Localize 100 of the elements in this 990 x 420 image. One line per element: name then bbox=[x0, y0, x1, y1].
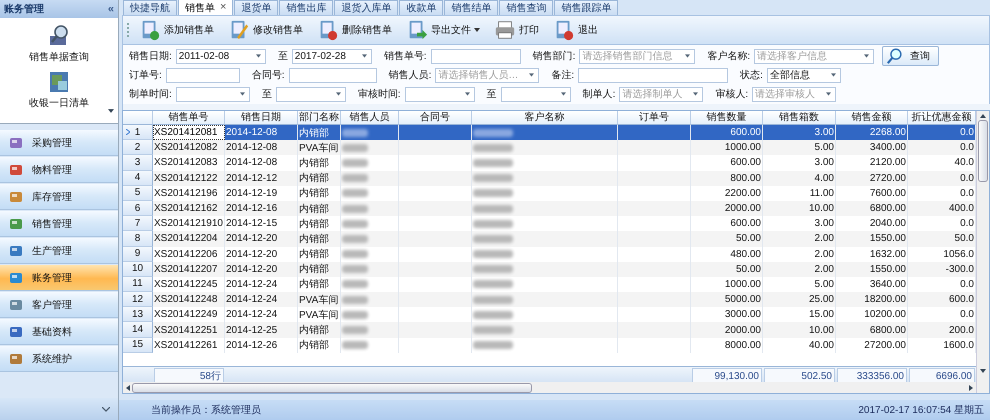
table-cell: 50.00 bbox=[736, 233, 761, 244]
table-row[interactable]: 4 XS201412122 2014-12-12 内销部 800.00 4.00 2720.00 0.0 bbox=[123, 170, 976, 186]
vertical-scrollbar[interactable] bbox=[976, 111, 989, 393]
shortcut-item[interactable]: 销售单据查询 bbox=[29, 24, 89, 64]
horizontal-scrollbar[interactable] bbox=[123, 382, 976, 393]
tab[interactable]: 销售查询 bbox=[499, 0, 554, 15]
table-cell: 1600.0 bbox=[943, 340, 974, 351]
nav-item[interactable]: 基础资料 bbox=[0, 319, 118, 345]
caret-icon bbox=[560, 92, 566, 96]
nav-item[interactable]: 账务管理 bbox=[0, 265, 118, 291]
scroll-left-icon[interactable] bbox=[126, 384, 130, 390]
table-cell-text: 内销部 bbox=[299, 232, 329, 246]
input-field[interactable] bbox=[166, 68, 240, 82]
table-cell: 400.0 bbox=[948, 203, 974, 214]
dropdown-field[interactable] bbox=[500, 86, 571, 102]
shortcut-item[interactable]: 收银一日清单 bbox=[29, 70, 89, 110]
field-label: 制单人: bbox=[582, 88, 616, 101]
tab[interactable]: 销售单 × bbox=[178, 0, 234, 15]
field-label: 审核时间: bbox=[358, 88, 401, 101]
scroll-right-icon[interactable] bbox=[969, 384, 973, 390]
nav-item[interactable]: 客户管理 bbox=[0, 292, 118, 318]
table-cell: 15.00 bbox=[808, 309, 834, 320]
tab[interactable]: 销售结单 bbox=[444, 0, 498, 15]
toolbar-button[interactable]: 删除销售单 bbox=[315, 19, 398, 41]
scroll-up-icon[interactable] bbox=[980, 114, 986, 118]
dropdown-field[interactable]: 请选择制单人 bbox=[619, 86, 704, 102]
input-field[interactable] bbox=[288, 68, 377, 82]
nav-item[interactable]: 生产管理 bbox=[0, 238, 118, 264]
redacted-text bbox=[342, 128, 368, 137]
table-cell: 6800.00 bbox=[870, 324, 906, 336]
redacted-text bbox=[342, 265, 368, 274]
table-cell: 10200.00 bbox=[864, 309, 906, 320]
table-cell: XS201412245 bbox=[154, 278, 218, 290]
redacted-text bbox=[342, 341, 368, 350]
table-row[interactable]: 6 XS201412162 2014-12-16 内销部 2000.00 10.00 6800.00 400.0 bbox=[123, 200, 976, 216]
table-row[interactable]: 8 XS201412204 2014-12-20 内销部 50.00 2.00 1550.00 50.0 bbox=[123, 231, 976, 246]
table-cell: 5.00 bbox=[814, 278, 834, 290]
dropdown-field[interactable]: 2011-02-08 bbox=[176, 48, 266, 64]
toolbar-button[interactable]: 退出 bbox=[551, 19, 604, 41]
redacted-text bbox=[342, 144, 368, 152]
table-cell: 3640.00 bbox=[870, 278, 906, 290]
table-cell: 2014-12-24 bbox=[226, 278, 278, 290]
scroll-down-icon[interactable] bbox=[108, 109, 114, 113]
table-cell: 2014-12-20 bbox=[226, 248, 278, 260]
table-cell: XS201412204 bbox=[154, 233, 218, 244]
nav-item[interactable]: 库存管理 bbox=[0, 184, 118, 210]
tab[interactable]: 销售出库 bbox=[279, 0, 334, 15]
table-cell: 2014-12-15 bbox=[226, 218, 278, 230]
input-field[interactable] bbox=[578, 68, 728, 82]
table-row[interactable]: 2 XS201412082 2014-12-08 PVA车间 1000.00 5.00 3400.00 0.0 bbox=[123, 140, 976, 156]
table-cell: 2120.00 bbox=[870, 157, 906, 168]
tab[interactable]: 退货入库单 bbox=[334, 0, 398, 15]
scroll-down-icon[interactable] bbox=[980, 369, 986, 373]
toolbar-button[interactable]: 导出文件 bbox=[404, 19, 486, 41]
query-button[interactable]: 查询 bbox=[882, 46, 940, 66]
tab[interactable]: 销售跟踪单 bbox=[554, 0, 618, 15]
toolbar-button[interactable]: 修改销售单 bbox=[226, 19, 309, 41]
dropdown-field[interactable]: 全部信息 bbox=[766, 68, 841, 82]
dropdown-field[interactable]: 请选择销售人员… bbox=[435, 68, 540, 82]
nav-item[interactable]: 系统维护 bbox=[0, 346, 118, 372]
toolbar-button[interactable]: 添加销售单 bbox=[137, 19, 220, 41]
toolbar-button[interactable]: 打印 bbox=[492, 19, 545, 41]
scrollbar-thumb[interactable] bbox=[132, 382, 532, 392]
table-row[interactable]: 15 XS201412261 2014-12-26 内销部 8000.00 40.00 27200.00 1600.0 bbox=[123, 338, 976, 353]
table-cell: 27200.00 bbox=[864, 340, 906, 351]
dropdown-field[interactable] bbox=[404, 86, 475, 102]
redacted-text bbox=[473, 326, 513, 334]
row-header: 12 bbox=[123, 292, 153, 308]
input-field[interactable] bbox=[430, 48, 521, 64]
collapse-button[interactable]: « bbox=[108, 3, 114, 15]
nav-item[interactable]: 销售管理 bbox=[0, 211, 118, 237]
close-button[interactable]: × bbox=[220, 2, 226, 13]
scrollbar-thumb[interactable] bbox=[978, 120, 988, 182]
nav-item[interactable]: 采购管理 bbox=[0, 130, 118, 156]
table-cell-text: PVA车间 bbox=[299, 142, 338, 155]
redacted-text bbox=[342, 220, 368, 228]
table-row[interactable]: 10 XS201412207 2014-12-20 内销部 50.00 2.00 1550.00 -300.0 bbox=[123, 262, 976, 277]
dropdown-field[interactable] bbox=[276, 86, 346, 102]
table-row[interactable]: 12 XS201412248 2014-12-24 PVA车间 5000.00 25.00 18200.00 600.0 bbox=[123, 292, 976, 308]
tab[interactable]: 收款单 bbox=[399, 0, 444, 15]
dropdown-field[interactable]: 2017-02-28 bbox=[292, 48, 372, 64]
redacted-text bbox=[473, 341, 513, 350]
datetime-text: 2017-02-17 16:07:54 星期五 bbox=[858, 404, 984, 417]
table-row[interactable]: 14 XS201412251 2014-12-25 内销部 2000.00 10.00 6800.00 200.0 bbox=[123, 322, 976, 338]
row-header: 6 bbox=[123, 200, 153, 216]
tab[interactable]: 快捷导航 bbox=[123, 0, 177, 15]
caret-icon bbox=[864, 54, 870, 58]
row-indicator-icon bbox=[126, 129, 130, 136]
table-cell: XS201412081 bbox=[154, 127, 218, 138]
nav-item[interactable]: 物料管理 bbox=[0, 157, 118, 183]
row-header: 3 bbox=[123, 155, 153, 171]
dropdown-field[interactable] bbox=[176, 86, 250, 102]
table-cell: 40.00 bbox=[808, 340, 834, 351]
table-cell: 3400.00 bbox=[870, 142, 906, 154]
caret-icon bbox=[256, 54, 261, 58]
chevron-down-icon[interactable] bbox=[102, 406, 110, 412]
table-row[interactable]: 1 XS201412081 2014-12-08 内销部 600.00 3.00 2268.00 0.0 bbox=[123, 125, 976, 140]
field-label: 制单时间: bbox=[129, 88, 172, 101]
tab[interactable]: 退货单 bbox=[234, 0, 278, 15]
table-cell: 8000.00 bbox=[724, 340, 761, 351]
